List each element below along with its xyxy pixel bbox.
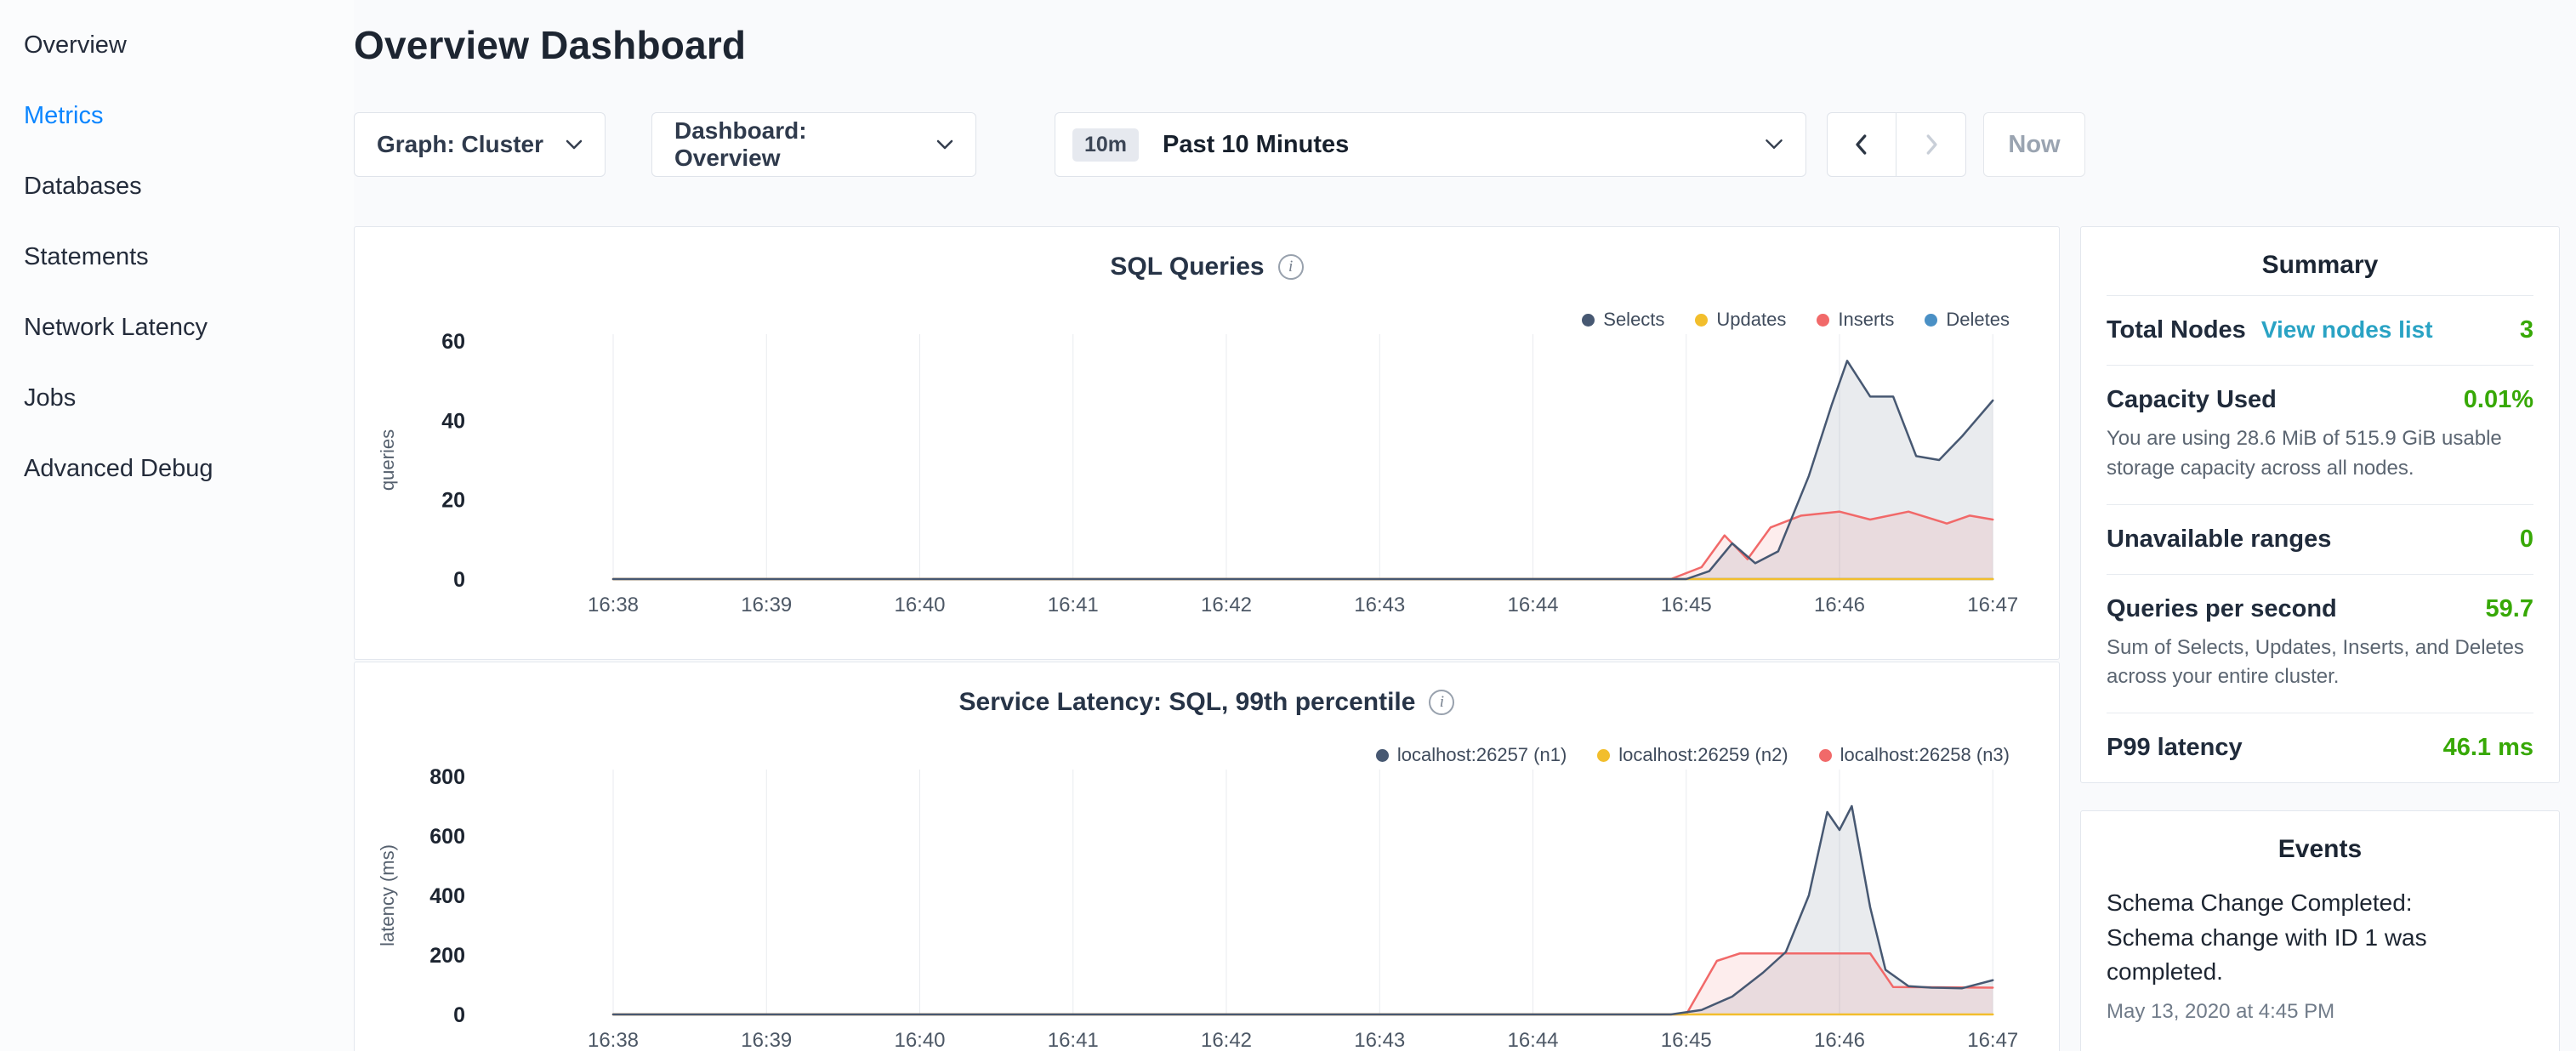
toolbar: Graph: Cluster Dashboard: Overview 10m P… (354, 112, 2140, 177)
svg-text:200: 200 (429, 944, 465, 968)
svg-text:16:46: 16:46 (1814, 594, 1865, 616)
sidebar-item-jobs[interactable]: Jobs (24, 363, 354, 434)
summary-row-unavailable-ranges: Unavailable ranges 0 (2107, 504, 2533, 574)
event-text: Schema Change Completed: Schema change w… (2107, 886, 2506, 990)
svg-text:0: 0 (453, 1003, 465, 1027)
event-item[interactable]: Schema Change Completed: Schema change w… (2081, 879, 2559, 1024)
chevron-down-icon (916, 139, 953, 151)
summary-description: Sum of Selects, Updates, Inserts, and De… (2107, 633, 2533, 693)
time-range-badge: 10m (1072, 128, 1139, 162)
summary-label: Queries per second (2107, 595, 2337, 623)
summary-label: Unavailable ranges (2107, 526, 2331, 554)
summary-row-p99-latency: P99 latency 46.1 ms (2107, 713, 2533, 782)
sidebar: OverviewMetricsDatabasesStatementsNetwor… (0, 0, 354, 1051)
now-button[interactable]: Now (1983, 112, 2085, 177)
svg-text:16:46: 16:46 (1814, 1029, 1865, 1051)
view-nodes-link[interactable]: View nodes list (2261, 316, 2433, 344)
summary-value: 3 (2520, 316, 2533, 344)
event-timestamp: May 13, 2020 at 4:45 PM (2107, 1000, 2533, 1024)
svg-text:16:43: 16:43 (1354, 1029, 1405, 1051)
svg-text:400: 400 (429, 884, 465, 908)
svg-text:800: 800 (429, 765, 465, 789)
summary-panel: Summary Total Nodes View nodes list 3 Ca… (2080, 226, 2560, 783)
dashboard-dropdown-label: Dashboard: Overview (674, 117, 916, 172)
chevron-down-icon (545, 139, 583, 151)
right-column: Summary Total Nodes View nodes list 3 Ca… (2080, 226, 2560, 1051)
summary-title: Summary (2081, 227, 2559, 295)
prev-range-button[interactable] (1827, 112, 1896, 177)
svg-text:16:47: 16:47 (1967, 594, 2018, 616)
graph-dropdown-label: Graph: Cluster (377, 131, 543, 158)
chart-plot[interactable]: 16:38 16:39 16:40 16:41 16:42 16:43 16:44 16:45… (355, 227, 2061, 627)
sidebar-item-databases[interactable]: Databases (24, 151, 354, 222)
time-step-buttons (1827, 112, 1966, 177)
svg-text:16:42: 16:42 (1201, 594, 1252, 616)
sidebar-item-metrics[interactable]: Metrics (24, 81, 354, 151)
svg-text:16:44: 16:44 (1507, 1029, 1558, 1051)
summary-label: Capacity Used (2107, 386, 2277, 414)
svg-text:16:38: 16:38 (588, 594, 639, 616)
chevron-down-icon (1744, 139, 1783, 151)
summary-value: 59.7 (2486, 595, 2533, 623)
summary-row-capacity-used: Capacity Used 0.01% You are using 28.6 M… (2107, 365, 2533, 504)
svg-text:16:39: 16:39 (741, 594, 792, 616)
svg-text:16:43: 16:43 (1354, 594, 1405, 616)
dashboard-dropdown[interactable]: Dashboard: Overview (651, 112, 976, 177)
summary-label: P99 latency (2107, 734, 2243, 762)
svg-text:0: 0 (453, 568, 465, 592)
svg-text:latency (ms): latency (ms) (377, 844, 398, 946)
chart-plot[interactable]: 16:38 16:39 16:40 16:41 16:42 16:43 16:44 16:45… (355, 662, 2061, 1051)
summary-row-total-nodes: Total Nodes View nodes list 3 (2107, 295, 2533, 365)
events-panel: Events Schema Change Completed: Schema c… (2080, 810, 2560, 1051)
charts-column: SQL Queries i SelectsUpdatesInsertsDelet… (354, 226, 2060, 1051)
summary-row-queries-per-second: Queries per second 59.7 Sum of Selects, … (2107, 574, 2533, 713)
page-title: Overview Dashboard (354, 22, 746, 68)
service-latency-chart-card: Service Latency: SQL, 99th percentile i … (354, 662, 2060, 1051)
events-title: Events (2081, 811, 2559, 879)
graph-dropdown[interactable]: Graph: Cluster (354, 112, 606, 177)
svg-text:16:41: 16:41 (1048, 594, 1099, 616)
svg-text:queries: queries (377, 429, 398, 491)
svg-text:16:38: 16:38 (588, 1029, 639, 1051)
svg-text:60: 60 (441, 330, 465, 354)
svg-text:16:47: 16:47 (1967, 1029, 2018, 1051)
svg-text:40: 40 (441, 409, 465, 433)
summary-description: You are using 28.6 MiB of 515.9 GiB usab… (2107, 424, 2533, 484)
svg-text:600: 600 (429, 825, 465, 849)
svg-text:20: 20 (441, 489, 465, 513)
time-range-label: Past 10 Minutes (1163, 131, 1349, 159)
sql-queries-chart-card: SQL Queries i SelectsUpdatesInsertsDelet… (354, 226, 2060, 660)
svg-text:16:39: 16:39 (741, 1029, 792, 1051)
time-range-selector[interactable]: 10m Past 10 Minutes (1055, 112, 1806, 177)
summary-rows: Total Nodes View nodes list 3 Capacity U… (2081, 295, 2559, 782)
sidebar-item-network-latency[interactable]: Network Latency (24, 293, 354, 363)
svg-text:16:44: 16:44 (1507, 594, 1558, 616)
summary-value: 0.01% (2464, 386, 2533, 414)
sidebar-item-statements[interactable]: Statements (24, 222, 354, 293)
next-range-button[interactable] (1896, 112, 1966, 177)
svg-text:16:42: 16:42 (1201, 1029, 1252, 1051)
sidebar-item-overview[interactable]: Overview (24, 10, 354, 81)
svg-text:16:45: 16:45 (1661, 1029, 1712, 1051)
svg-text:16:45: 16:45 (1661, 594, 1712, 616)
sidebar-item-advanced-debug[interactable]: Advanced Debug (24, 434, 354, 504)
svg-text:16:40: 16:40 (894, 1029, 945, 1051)
summary-label: Total Nodes (2107, 316, 2246, 344)
svg-text:16:41: 16:41 (1048, 1029, 1099, 1051)
summary-value: 0 (2520, 526, 2533, 554)
summary-value: 46.1 ms (2443, 734, 2533, 762)
svg-text:16:40: 16:40 (894, 594, 945, 616)
